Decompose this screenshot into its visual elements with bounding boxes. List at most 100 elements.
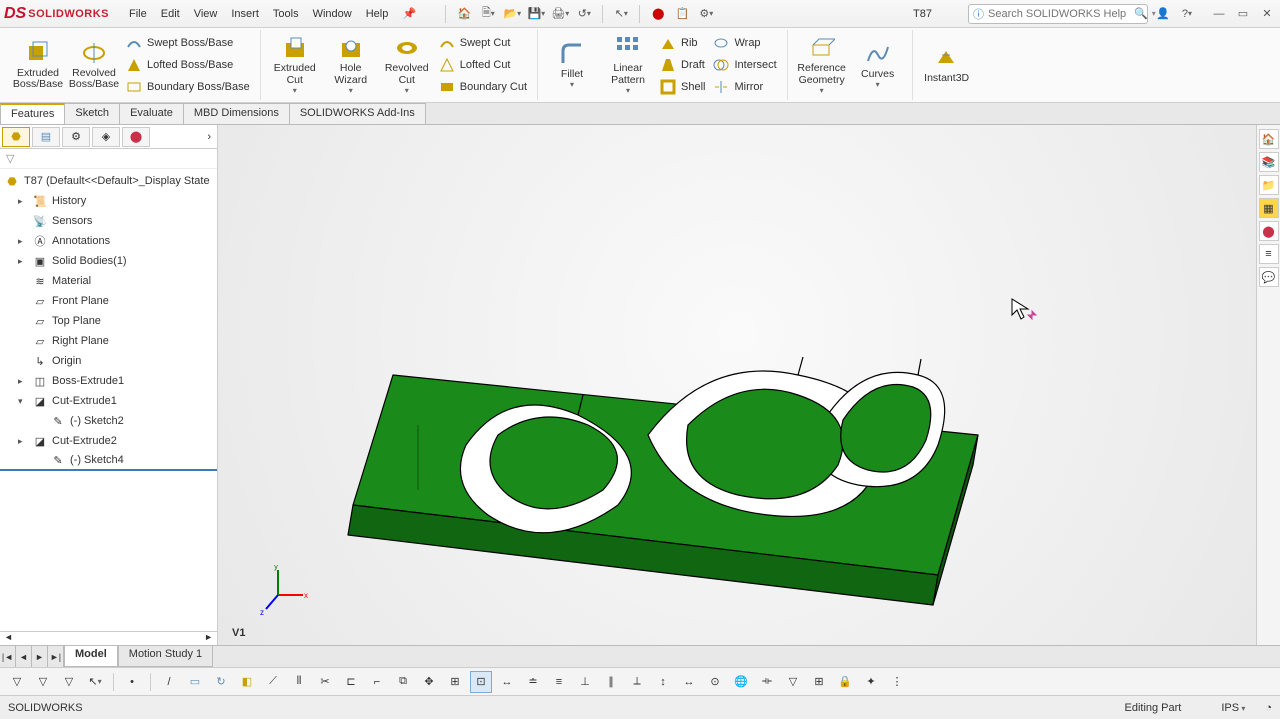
panel-expand-icon[interactable]: › [203,131,215,143]
tree-item[interactable]: ▱Top Plane [0,311,217,331]
snap-icon[interactable]: ⊡ [470,671,492,693]
rel9-icon[interactable]: ⟛ [756,671,778,693]
tab-evaluate[interactable]: Evaluate [119,103,184,124]
save-icon[interactable]: 💾 [527,5,545,23]
config-tab[interactable]: ⚙ [62,127,90,147]
rel7-icon[interactable]: ↔ [678,671,700,693]
rel3-icon[interactable]: ⊥ [574,671,596,693]
rel1-icon[interactable]: ≐ [522,671,544,693]
point-icon[interactable]: • [121,671,143,693]
rel10-icon[interactable]: ▽ [782,671,804,693]
rebuild-icon[interactable]: ⬤ [649,5,667,23]
select-tool-icon[interactable]: ↖ [84,671,106,693]
rotate-icon[interactable]: ↻ [210,671,232,693]
rect-icon[interactable]: ▭ [184,671,206,693]
tab-prev-icon[interactable]: ◄ [16,646,32,667]
sw-resources-icon[interactable]: 🏠 [1259,129,1279,149]
cline-icon[interactable]: ⟋ [262,671,284,693]
display-tab[interactable]: ⬤ [122,127,150,147]
dimxpert-tab[interactable]: ◈ [92,127,120,147]
rel8-icon[interactable]: ⊙ [704,671,726,693]
rel6-icon[interactable]: ↕ [652,671,674,693]
file-explorer-icon[interactable]: 📁 [1259,175,1279,195]
tree-root[interactable]: ⬣ T87 (Default<<Default>_Display State [0,171,217,191]
menu-window[interactable]: Window [313,8,352,20]
graphics-area[interactable]: x y z V1 [218,125,1256,645]
fillet-button[interactable]: Fillet▾ [544,39,600,91]
globe-icon[interactable]: 🌐 [730,671,752,693]
menu-file[interactable]: File [129,8,147,20]
hole-wizard-button[interactable]: Hole Wizard▾ [323,33,379,96]
appearances-icon[interactable]: ⬤ [1259,221,1279,241]
tab-next-icon[interactable]: ► [32,646,48,667]
expand-icon[interactable]: ▸ [18,436,28,447]
lofted-cut-button[interactable]: Lofted Cut [439,55,527,75]
minimize-icon[interactable]: — [1210,5,1228,23]
curves-button[interactable]: Curves▾ [850,39,906,91]
tree-item[interactable]: ✎(-) Sketch4 [0,451,217,471]
tab-sketch[interactable]: Sketch [64,103,120,124]
help-search[interactable]: ⓘ 🔍▾ [968,4,1148,24]
tree-item[interactable]: ▸◫Boss-Extrude1 [0,371,217,391]
status-extra-icon[interactable]: ◔ [1265,702,1272,714]
extruded-boss-button[interactable]: Extruded Boss/Base [10,38,66,92]
expand-icon[interactable]: ▸ [18,376,28,387]
panel-scrollbar[interactable]: ◄► [0,631,217,645]
options-list-icon[interactable]: 📋 [673,5,691,23]
shell-button[interactable]: Shell [660,77,705,97]
offset-icon[interactable]: ⦀ [288,671,310,693]
reference-geometry-button[interactable]: Reference Geometry▾ [794,33,850,96]
rel4-icon[interactable]: ∥ [600,671,622,693]
tree-item[interactable]: ▾◪Cut-Extrude1 [0,391,217,411]
tree-item[interactable]: ▸▣Solid Bodies(1) [0,251,217,271]
instant3d-button[interactable]: Instant3D [919,43,975,86]
swept-boss-button[interactable]: Swept Boss/Base [126,33,250,53]
corner-icon[interactable]: ⌐ [366,671,388,693]
tree-item[interactable]: ▱Right Plane [0,331,217,351]
wrap-button[interactable]: Wrap [713,33,776,53]
sel-filter-icon[interactable]: ▽ [6,671,28,693]
draft-button[interactable]: Draft [660,55,705,75]
tab-mbd[interactable]: MBD Dimensions [183,103,290,124]
pattern2-icon[interactable]: ⊞ [444,671,466,693]
undo-icon[interactable]: ↺ [575,5,593,23]
pin-icon[interactable]: 📌 [400,5,418,23]
rel2-icon[interactable]: ≡ [548,671,570,693]
tree-filter[interactable]: ▽ [0,149,217,169]
status-units[interactable]: IPS [1221,702,1245,714]
tab-features[interactable]: Features [0,103,65,124]
property-tab[interactable]: ▤ [32,127,60,147]
design-lib-icon[interactable]: 📚 [1259,152,1279,172]
tree-item[interactable]: ✎(-) Sketch2 [0,411,217,431]
lofted-boss-button[interactable]: Lofted Boss/Base [126,55,250,75]
close-icon[interactable]: ✕ [1258,5,1276,23]
expand-icon[interactable]: ▸ [18,196,28,207]
view-palette-icon[interactable]: ▦ [1259,198,1279,218]
tree-item[interactable]: ↳Origin [0,351,217,371]
extruded-cut-button[interactable]: Extruded Cut▾ [267,33,323,96]
print-icon[interactable]: 🖨 [551,5,569,23]
tab-first-icon[interactable]: |◄ [0,646,16,667]
revolved-boss-button[interactable]: Revolved Boss/Base [66,38,122,92]
new-doc-icon[interactable]: 🗎 [479,5,497,23]
tree-item[interactable]: ▸◪Cut-Extrude2 [0,431,217,451]
mirror-button[interactable]: Mirror [713,77,776,97]
revolved-cut-button[interactable]: Revolved Cut▾ [379,33,435,96]
restore-icon[interactable]: ▭ [1234,5,1252,23]
tree-item[interactable]: ▸📜History [0,191,217,211]
dim-icon[interactable]: ↔ [496,671,518,693]
search-icon[interactable]: 🔍 [1134,7,1148,20]
trim-icon[interactable]: ✂ [314,671,336,693]
menu-view[interactable]: View [194,8,218,20]
forum-icon[interactable]: 💬 [1259,267,1279,287]
expand-icon[interactable]: ▸ [18,256,28,267]
help-icon[interactable]: ? [1178,5,1196,23]
menu-insert[interactable]: Insert [231,8,259,20]
extend-icon[interactable]: ⊏ [340,671,362,693]
boundary-boss-button[interactable]: Boundary Boss/Base [126,77,250,97]
line-icon[interactable]: / [158,671,180,693]
settings-icon[interactable]: ⚙ [697,5,715,23]
swept-cut-button[interactable]: Swept Cut [439,33,527,53]
custom-props-icon[interactable]: ≡ [1259,244,1279,264]
linear-pattern-button[interactable]: Linear Pattern▾ [600,33,656,96]
